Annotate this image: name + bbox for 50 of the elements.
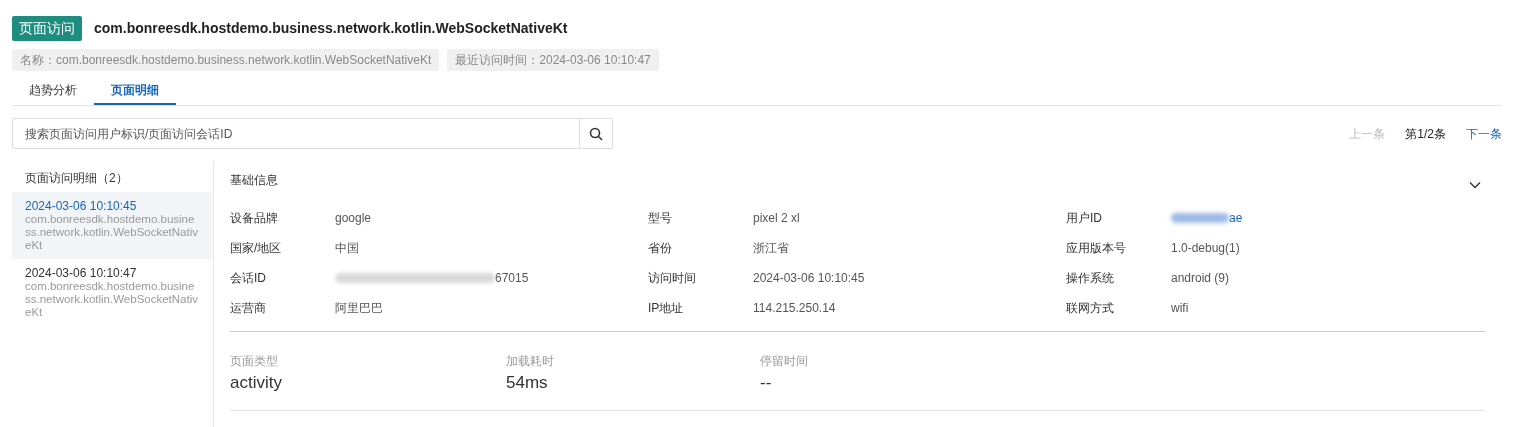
next-link[interactable]: 下一条 — [1466, 124, 1502, 143]
metric-value: 54ms — [506, 372, 549, 394]
field-value: 浙江省 — [753, 240, 789, 257]
field-label: 运营商 — [230, 300, 267, 317]
visit-time: 2024-03-06 10:10:45 — [25, 199, 138, 213]
chevron-icon[interactable] — [1469, 180, 1481, 189]
search-icon — [589, 126, 603, 141]
metric-value: activity — [230, 372, 283, 394]
visit-page-name: com.bonreesdk.hostdemo.business.network.kotlin.WebSocketNativeKt — [25, 213, 199, 252]
field-value[interactable]: ae — [1229, 209, 1243, 227]
list-title: 页面访问明细（2） — [24, 170, 129, 187]
page-type-tag: 页面访问 — [12, 15, 82, 41]
field-value: google — [335, 210, 372, 227]
tab[interactable]: 趋势分析 — [12, 77, 94, 105]
field-value: 114.215.250.14 — [753, 300, 836, 317]
field-value: wifi — [1171, 300, 1189, 317]
field-label: 省份 — [648, 240, 673, 257]
visit-time: 2024-03-06 10:10:47 — [25, 266, 138, 280]
field-label: 会话ID — [230, 270, 267, 287]
field-label: 型号 — [648, 210, 673, 227]
field-value: android (9) — [1171, 270, 1230, 287]
meta-chip: 最近访问时间：2024-03-06 10:10:47 — [447, 49, 659, 71]
field-label: 应用版本号 — [1066, 240, 1127, 257]
page-position: 第1/2条 — [1405, 125, 1446, 143]
field-value: 阿里巴巴 — [335, 300, 383, 317]
visit-list-item[interactable]: 2024-03-06 10:10:45 com.bonreesdk.hostdemo.business.network.kotlin.WebSocketNativeKt — [12, 192, 212, 259]
meta-chip: 名称：com.bonreesdk.hostdemo.business.network.kotlin.WebSocketNativeKt — [12, 49, 440, 71]
metric-label: 页面类型 — [230, 353, 279, 370]
field-label: 操作系统 — [1066, 270, 1115, 287]
field-label: 设备品牌 — [230, 210, 279, 227]
metric-label: 停留时间 — [760, 353, 809, 370]
visit-page-name: com.bonreesdk.hostdemo.business.network.kotlin.WebSocketNativeKt — [25, 280, 199, 319]
search-field[interactable]: 搜索页面访问用户标识/页面访问会话ID — [12, 118, 580, 149]
field-label: 用户ID — [1066, 210, 1103, 227]
page-title: com.bonreesdk.hostdemo.business.network.kotlin.WebSocketNativeKt — [94, 18, 568, 38]
field-value: pixel 2 xl — [753, 210, 800, 227]
metric-value: -- — [760, 372, 773, 394]
section-title: 基础信息 — [230, 171, 278, 189]
field-label: 国家/地区 — [230, 240, 283, 257]
search-button[interactable] — [580, 118, 613, 149]
metric-label: 加载耗时 — [506, 353, 555, 370]
field-value: 2024-03-06 10:10:45 — [753, 270, 865, 287]
field-value: 中国 — [335, 240, 359, 257]
field-value: 67015 — [495, 270, 529, 287]
tab[interactable]: 页面明细 — [94, 77, 176, 105]
field-value: 1.0-debug(1) — [1171, 240, 1240, 257]
field-label: 访问时间 — [648, 270, 697, 287]
field-label: 联网方式 — [1066, 300, 1115, 317]
field-label: IP地址 — [648, 300, 685, 317]
redacted-mark — [1171, 213, 1229, 223]
